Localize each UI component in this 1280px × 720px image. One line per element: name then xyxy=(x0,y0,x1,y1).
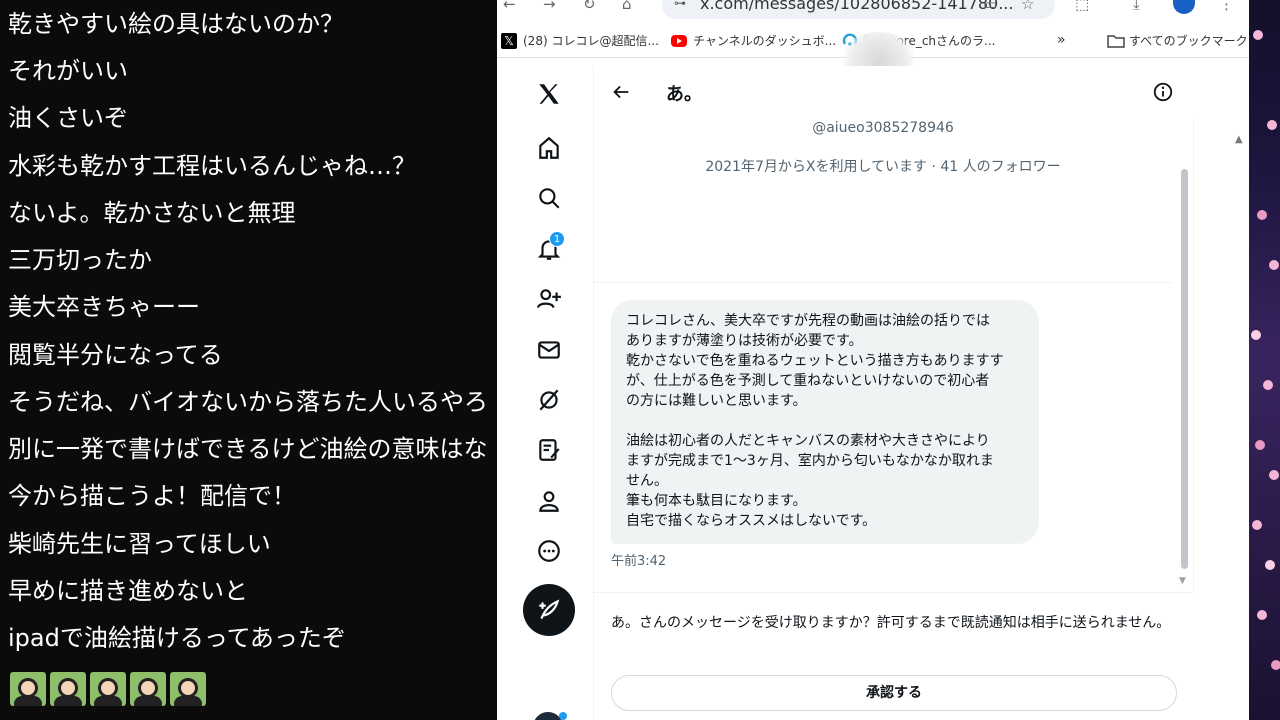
message-line: 乾かさないで色を重ねるウェットという描き方もありますす xyxy=(626,353,1004,369)
notification-count-badge: 1 xyxy=(549,231,565,247)
user-joined-info: 2021年7月からXを利用しています · 41 人のフォロワー xyxy=(705,159,1061,175)
all-bookmarks-label: すべてのブックマーク xyxy=(1129,34,1248,48)
message-line xyxy=(626,411,1024,431)
reload-icon[interactable]: ↻ xyxy=(583,0,596,14)
message-line: が、仕上がる色を予測して重ねないといけないので初心者 xyxy=(626,373,990,389)
messages-icon[interactable] xyxy=(535,336,563,364)
browser-toolbar: ← → ↻ ⌂ ⊶ x.com/messages/102806852-14178… xyxy=(497,0,1249,22)
search-icon[interactable] xyxy=(535,184,563,212)
menu-kebab-icon[interactable]: ⋮ xyxy=(1219,0,1234,14)
chat-message: 乾きやすい絵の具はないのか？ xyxy=(8,10,344,38)
bookmark-item[interactable]: 𝕏 (28) コレコレ@超配信... xyxy=(501,32,659,49)
message-line: 自宅で描くならオススメはしないです。 xyxy=(626,513,877,529)
chat-message: 早めに描き進めないと xyxy=(8,577,248,605)
bookmarks-overflow-icon[interactable]: » xyxy=(1057,32,1066,48)
chat-message: 今から描こうよ！配信で！ xyxy=(8,482,296,510)
message-request-panel: あ。さんのメッセージを受け取りますか？許可するまで既読通知は相手に送られません。… xyxy=(594,592,1194,720)
account-status-dot xyxy=(559,712,567,720)
x-sidebar-nav: 1 xyxy=(497,66,594,720)
x-app: 1 あ。 @aiueo3085278946 2021年7月からXを利用しています… xyxy=(497,32,1249,720)
install-icon[interactable]: ▭ xyxy=(983,0,997,14)
profile-avatar-icon[interactable] xyxy=(1173,0,1195,14)
forward-arrow-icon[interactable]: → xyxy=(543,0,556,14)
extensions-icon[interactable]: ⬚ xyxy=(1075,0,1089,14)
youtube-icon xyxy=(671,34,687,47)
message-line: コレコレさん、美大卒ですが先程の動画は油絵の括りでは xyxy=(626,313,990,329)
stamp-icon xyxy=(50,672,86,706)
stamp-icon xyxy=(130,672,166,706)
message-request-text: あ。さんのメッセージを受け取りますか？許可するまで既読通知は相手に送られません。 xyxy=(611,615,1171,631)
accept-button[interactable]: 承認する xyxy=(611,675,1177,711)
message-line: せん。 xyxy=(626,473,668,489)
url-text: x.com/messages/102806852-141780... xyxy=(700,0,1014,13)
conversation-title: あ。 xyxy=(666,84,702,105)
conversation-header: あ。 xyxy=(594,66,1194,118)
follow-icon[interactable] xyxy=(535,285,563,313)
lists-icon[interactable] xyxy=(535,436,563,464)
bookmark-label: (28) コレコレ@超配信... xyxy=(523,34,659,48)
home-icon[interactable]: ⌂ xyxy=(622,0,632,14)
message-bubble[interactable]: コレコレさん、美大卒ですが先程の動画は油絵の括りでは ありますが薄塗りは技術が必… xyxy=(611,300,1039,544)
chat-message: 水彩も乾かす工程はいるんじゃね…？ xyxy=(8,152,416,180)
bookmark-item[interactable]: チャンネルのダッシュボ... xyxy=(671,32,836,49)
live-chat-overlay: 乾きやすい絵の具はないのか？ それがいい 油くさいぞ 水彩も乾かす工程はいるんじ… xyxy=(0,0,497,720)
chat-message: 美大卒きちゃーー xyxy=(8,293,200,321)
compose-feather-icon xyxy=(539,599,560,620)
conversation-panel: あ。 @aiueo3085278946 2021年7月からXを利用しています ·… xyxy=(594,32,1194,720)
home-icon[interactable] xyxy=(535,134,563,162)
chat-message: ipadで油絵描けるってあったぞ xyxy=(8,624,346,652)
download-icon[interactable]: ⤓ xyxy=(1133,0,1140,14)
stamp-icon xyxy=(170,672,206,706)
chat-message: 別に一発で書けばできるけど油絵の意味はな xyxy=(8,435,488,463)
message-line: ますが完成まで1〜3ヶ月、室内から匂いもなかなか取れま xyxy=(626,453,994,469)
chat-stamp-row xyxy=(10,672,206,706)
scroll-down-arrow-icon[interactable]: ▼ xyxy=(1179,576,1186,586)
chat-message: 閲覧半分になってる xyxy=(8,341,223,369)
message-timestamp: 午前3:42 xyxy=(611,554,667,569)
chat-message: そうだね、バイオないから落ちた人いるやろ xyxy=(8,388,488,416)
bookmark-label: チャンネルのダッシュボ... xyxy=(693,34,837,48)
scrollbar-thumb[interactable] xyxy=(1181,169,1188,569)
bookmark-star-icon[interactable]: ☆ xyxy=(1021,0,1034,14)
back-arrow-icon[interactable]: ← xyxy=(503,0,516,14)
chat-message: ないよ。乾かさないと無理 xyxy=(8,199,296,227)
chat-message: それがいい xyxy=(8,57,128,85)
back-arrow-icon[interactable] xyxy=(610,81,632,103)
browser-window: ← → ↻ ⌂ ⊶ x.com/messages/102806852-14178… xyxy=(497,0,1249,720)
background-artwork xyxy=(1249,0,1280,720)
stamp-icon xyxy=(90,672,126,706)
x-logo-icon: 𝕏 xyxy=(501,32,517,49)
chat-message: 柴崎先生に習ってほしい xyxy=(8,530,271,558)
message-line: 筆も何本も駄目になります。 xyxy=(626,493,807,509)
compose-post-button[interactable] xyxy=(523,584,575,636)
message-line: ありますが薄塗りは技術が必要です。 xyxy=(626,333,863,349)
user-handle[interactable]: @aiueo3085278946 xyxy=(594,120,1172,136)
info-icon[interactable] xyxy=(1152,81,1174,103)
grok-icon[interactable] xyxy=(535,386,563,414)
chat-message: 油くさいぞ xyxy=(8,104,128,132)
more-icon[interactable] xyxy=(535,537,563,565)
message-line: 油絵は初心者の人だとキャンバスの素材や大きさやにより xyxy=(626,433,990,449)
site-info-icon[interactable]: ⊶ xyxy=(674,0,686,10)
profile-icon[interactable] xyxy=(535,487,563,515)
chat-message: 三万切ったか xyxy=(8,246,152,274)
stamp-icon xyxy=(10,672,46,706)
scroll-up-arrow-icon[interactable]: ▲ xyxy=(1235,134,1243,145)
all-bookmarks-button[interactable]: すべてのブックマーク xyxy=(1107,32,1248,49)
x-logo-icon[interactable] xyxy=(535,80,563,108)
message-line: の方には難しいと思います。 xyxy=(626,393,807,409)
folder-icon xyxy=(1107,33,1125,49)
divider xyxy=(594,282,1172,283)
